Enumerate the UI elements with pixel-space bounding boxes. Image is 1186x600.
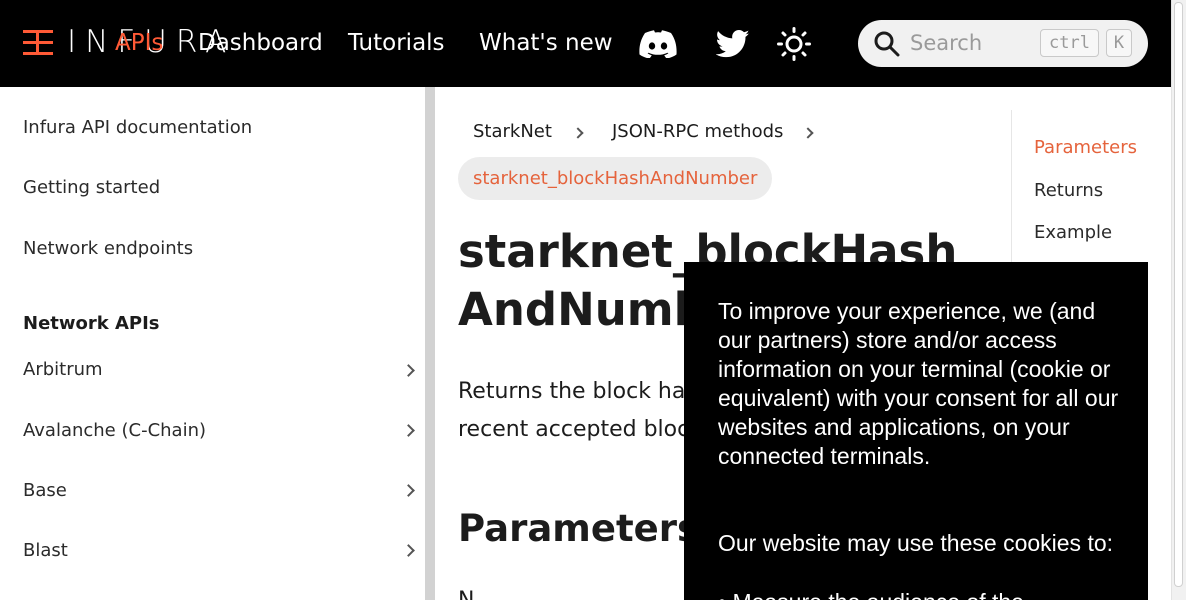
nav-dashboard-link[interactable]: Dashboard [198, 30, 323, 56]
discord-icon[interactable] [639, 30, 677, 62]
sidebar-section-network-apis: Network APIs [23, 313, 160, 334]
breadcrumb-json-rpc-methods[interactable]: JSON-RPC methods [612, 121, 783, 142]
search-box[interactable]: ctrl K [858, 20, 1148, 67]
sidebar-item-base[interactable]: Base [23, 480, 67, 501]
sidebar-item-arbitrum[interactable]: Arbitrum [23, 359, 103, 380]
cookie-consent-banner: To improve your experience, we (and our … [684, 262, 1148, 600]
sidebar-scrollbar[interactable] [425, 87, 435, 600]
section-text: N [458, 588, 474, 600]
sidebar-item-network-endpoints[interactable]: Network endpoints [23, 238, 193, 259]
cookie-consent-text: To improve your experience, we (and our … [718, 298, 1119, 469]
toc-returns[interactable]: Returns [1034, 180, 1103, 201]
nav-tutorials-link[interactable]: Tutorials [348, 30, 445, 56]
infura-logo-icon [23, 28, 53, 58]
sidebar: Infura API documentation Getting started… [0, 87, 435, 600]
toc-parameters[interactable]: Parameters [1034, 137, 1137, 158]
theme-toggle-icon[interactable] [777, 27, 811, 65]
sidebar-item-avalanche[interactable]: Avalanche (C-Chain) [23, 420, 206, 441]
page-scrollbar-thumb[interactable] [1174, 2, 1183, 587]
sidebar-item-blast[interactable]: Blast [23, 540, 68, 561]
cookie-purpose-intro: Our website may use these cookies to: [718, 530, 1114, 556]
chevron-right-icon[interactable] [402, 424, 415, 437]
chevron-right-icon [572, 127, 584, 139]
chevron-right-icon [802, 127, 814, 139]
nav-apis-link[interactable]: APIs [115, 30, 163, 56]
toc-divider [1011, 110, 1012, 270]
chevron-right-icon[interactable] [402, 544, 415, 557]
breadcrumb-starknet[interactable]: StarkNet [473, 121, 552, 142]
sidebar-item-getting-started[interactable]: Getting started [23, 177, 160, 198]
toc-example[interactable]: Example [1034, 222, 1112, 243]
section-heading-parameters: Parameters [458, 507, 700, 550]
search-input[interactable] [910, 29, 1040, 57]
chevron-right-icon[interactable] [402, 484, 415, 497]
breadcrumb-current: starknet_blockHashAndNumber [458, 157, 773, 200]
search-icon [874, 31, 900, 61]
sidebar-item-infura-api-documentation[interactable]: Infura API documentation [23, 117, 252, 138]
twitter-icon[interactable] [715, 29, 750, 63]
nav-whats-new-link[interactable]: What's new [479, 30, 613, 56]
top-navbar: INFURA APIs Dashboard Tutorials What's n… [0, 0, 1171, 87]
cookie-purpose-item: • Measure the audience of the [718, 588, 1024, 600]
k-key-hint: K [1106, 29, 1132, 57]
infura-logo[interactable]: INFURA [23, 24, 226, 60]
chevron-right-icon[interactable] [402, 364, 415, 377]
ctrl-key-hint: ctrl [1040, 29, 1099, 57]
